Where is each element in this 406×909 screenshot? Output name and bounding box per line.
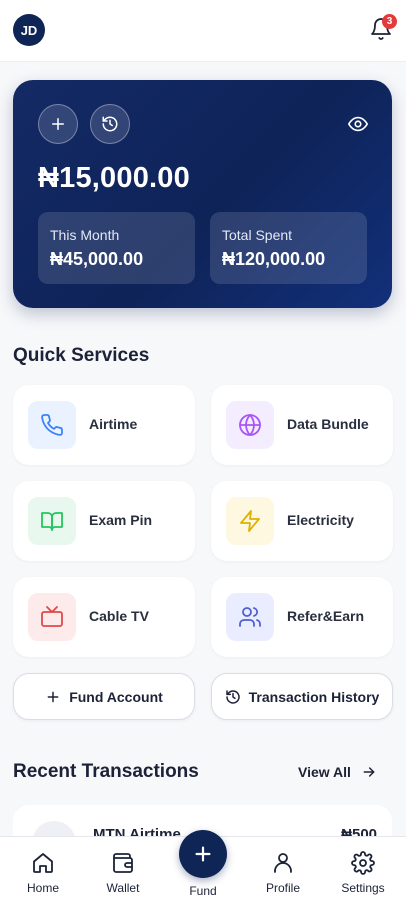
plus-icon [47, 691, 59, 702]
stat-label: Total Spent [222, 227, 293, 243]
top-bar: JD 3 [0, 0, 406, 62]
nav-fund-label: Fund [189, 884, 217, 898]
service-label: Refer&Earn [287, 608, 365, 624]
tv-icon [28, 593, 76, 641]
fund-fab-button[interactable] [179, 830, 227, 878]
stat-this-month: This Month ₦45,000.00 [38, 212, 195, 284]
add-money-button[interactable] [38, 104, 78, 144]
stat-value: ₦45,000.00 [50, 249, 144, 269]
profile-icon [274, 853, 292, 873]
lightning-icon [226, 497, 274, 545]
transaction-history-label: Transaction History [248, 688, 380, 705]
home-icon [33, 853, 53, 873]
wallet-icon [113, 853, 133, 873]
nav-home-label: Home [26, 881, 59, 895]
bottom-nav: Home Wallet Fund Profile Settings [0, 830, 406, 909]
service-cable-tv[interactable]: Cable TV [13, 577, 195, 657]
service-exam-pin[interactable]: Exam Pin [13, 481, 195, 561]
fund-account-label: Fund Account [69, 688, 163, 705]
avatar[interactable]: JD [13, 14, 45, 46]
eye-icon[interactable] [347, 113, 369, 135]
notification-badge: 3 [382, 14, 397, 29]
service-label: Cable TV [89, 608, 149, 624]
history-icon [102, 116, 118, 132]
stat-label: This Month [50, 227, 120, 243]
nav-profile[interactable]: Profile [248, 851, 318, 895]
fund-account-button[interactable]: Fund Account [13, 673, 195, 720]
view-all-label: View All [298, 764, 351, 780]
nav-wallet-label: Wallet [106, 881, 140, 895]
plus-icon [52, 118, 64, 130]
phone-icon [28, 401, 76, 449]
users-icon [226, 593, 274, 641]
arrow-right-icon [363, 767, 375, 777]
history-icon [225, 689, 240, 704]
nav-profile-label: Profile [265, 881, 300, 895]
view-all-link[interactable]: View All [298, 762, 377, 782]
service-electricity[interactable]: Electricity [211, 481, 393, 561]
globe-icon [226, 401, 274, 449]
service-label: Electricity [287, 512, 354, 528]
quick-services-title: Quick Services [13, 345, 150, 366]
gear-icon [351, 851, 375, 875]
transaction-history-button[interactable]: Transaction History [211, 673, 393, 720]
stat-total-spent: Total Spent ₦120,000.00 [210, 212, 367, 284]
recent-transactions-title: Recent Transactions [13, 761, 199, 782]
nav-settings-label: Settings [341, 881, 385, 895]
service-airtime[interactable]: Airtime [13, 385, 195, 465]
nav-home[interactable]: Home [8, 851, 78, 895]
stat-value: ₦120,000.00 [222, 249, 326, 269]
nav-settings[interactable]: Settings [328, 851, 398, 895]
service-refer-earn[interactable]: Refer&Earn [211, 577, 393, 657]
service-label: Data Bundle [287, 416, 369, 432]
plus-icon [195, 846, 211, 862]
nav-wallet[interactable]: Wallet [88, 851, 158, 895]
history-button[interactable] [90, 104, 130, 144]
balance-amount: ₦15,000.00 [38, 162, 190, 194]
book-icon [28, 497, 76, 545]
service-label: Airtime [89, 416, 138, 432]
service-label: Exam Pin [89, 512, 153, 528]
service-data-bundle[interactable]: Data Bundle [211, 385, 393, 465]
balance-card: ₦15,000.00 This Month ₦45,000.00 Total S… [13, 80, 392, 308]
